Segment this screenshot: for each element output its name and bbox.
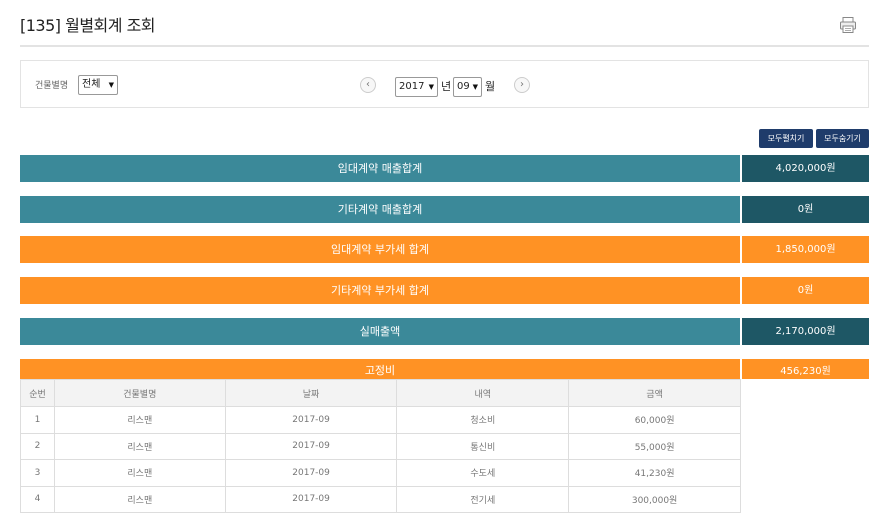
- summary-label: 임대계약 부가세 합계: [20, 236, 740, 263]
- building-select[interactable]: 전체 ▼: [78, 75, 118, 95]
- cell-building: 리스맨: [53, 485, 226, 513]
- summary-row-other-vat[interactable]: 기타계약 부가세 합계 0원: [20, 277, 869, 304]
- summary-value: 0원: [742, 196, 869, 223]
- column-header-building: 건물별명: [53, 379, 226, 407]
- expand-all-button[interactable]: 모두펼치기: [759, 129, 813, 148]
- column-header-date: 날짜: [224, 379, 398, 407]
- cell-amount: 41,230원: [568, 459, 741, 487]
- cell-date: 2017-09: [224, 432, 398, 460]
- summary-row-other-sales[interactable]: 기타계약 매출합계 0원: [20, 196, 869, 223]
- cell-amount: 55,000원: [568, 432, 741, 460]
- cell-amount: 60,000원: [568, 406, 741, 434]
- dropdown-arrow-icon: ▼: [472, 83, 478, 91]
- page-header: [135] 월별회계 조회: [20, 0, 869, 47]
- table-row: 2 리스맨 2017-09 통신비 55,000원: [20, 432, 741, 460]
- month-unit: 월: [485, 80, 496, 93]
- summary-row-net-sales[interactable]: 실매출액 2,170,000원: [20, 318, 869, 345]
- summary-label: 실매출액: [20, 318, 740, 345]
- cell-item: 청소비: [396, 406, 570, 434]
- cell-no: 4: [20, 485, 55, 513]
- table-header-row: 순번 건물별명 날짜 내역 금액: [20, 379, 741, 407]
- month-select[interactable]: 09 ▼: [453, 77, 482, 97]
- cell-no: 1: [20, 406, 55, 434]
- next-month-button[interactable]: ›: [514, 77, 530, 93]
- print-icon[interactable]: [839, 16, 857, 34]
- cell-building: 리스맨: [53, 432, 226, 460]
- chevron-left-icon: ‹: [366, 79, 370, 90]
- chevron-right-icon: ›: [520, 79, 524, 90]
- dropdown-arrow-icon: ▼: [428, 83, 434, 91]
- cell-item: 전기세: [396, 485, 570, 513]
- building-filter-label: 건물별명: [35, 81, 69, 91]
- column-header-no: 순번: [20, 379, 55, 407]
- summary-value: 2,170,000원: [742, 318, 869, 345]
- cell-no: 2: [20, 432, 55, 460]
- year-select[interactable]: 2017 ▼: [395, 77, 438, 97]
- summary-value: 0원: [742, 277, 869, 304]
- table-row: 1 리스맨 2017-09 청소비 60,000원: [20, 406, 741, 434]
- month-select-value: 09: [457, 81, 470, 92]
- year-unit: 년: [441, 80, 452, 93]
- building-select-value: 전체: [82, 79, 101, 90]
- column-header-item: 내역: [396, 379, 570, 407]
- cell-item: 통신비: [396, 432, 570, 460]
- summary-label: 임대계약 매출합계: [20, 155, 740, 182]
- table-row: 4 리스맨 2017-09 전기세 300,000원: [20, 485, 741, 513]
- table-row: 3 리스맨 2017-09 수도세 41,230원: [20, 459, 741, 487]
- page-title: [135] 월별회계 조회: [20, 16, 156, 35]
- cell-no: 3: [20, 459, 55, 487]
- collapse-all-button[interactable]: 모두숨기기: [816, 129, 869, 148]
- fixed-cost-table: 순번 건물별명 날짜 내역 금액 1 리스맨 2017-09 청소비 60,00…: [20, 379, 741, 513]
- fixed-cost-label: 고정비: [20, 359, 740, 379]
- filter-box: 건물별명 전체 ▼ ‹ 2017 ▼ 년 09 ▼ 월 ›: [20, 60, 869, 108]
- summary-row-fixed-cost[interactable]: 고정비 456,230원: [20, 359, 869, 379]
- cell-date: 2017-09: [224, 459, 398, 487]
- cell-date: 2017-09: [224, 485, 398, 513]
- cell-item: 수도세: [396, 459, 570, 487]
- cell-building: 리스맨: [53, 459, 226, 487]
- cell-building: 리스맨: [53, 406, 226, 434]
- dropdown-arrow-icon: ▼: [108, 81, 114, 89]
- fixed-cost-value: 456,230원: [742, 359, 869, 379]
- summary-label: 기타계약 부가세 합계: [20, 277, 740, 304]
- prev-month-button[interactable]: ‹: [360, 77, 376, 93]
- year-select-value: 2017: [399, 81, 425, 92]
- summary-label: 기타계약 매출합계: [20, 196, 740, 223]
- summary-value: 1,850,000원: [742, 236, 869, 263]
- summary-row-lease-vat[interactable]: 임대계약 부가세 합계 1,850,000원: [20, 236, 869, 263]
- column-header-amount: 금액: [568, 379, 741, 407]
- summary-value: 4,020,000원: [742, 155, 869, 182]
- cell-amount: 300,000원: [568, 485, 741, 513]
- cell-date: 2017-09: [224, 406, 398, 434]
- summary-row-lease-sales[interactable]: 임대계약 매출합계 4,020,000원: [20, 155, 869, 182]
